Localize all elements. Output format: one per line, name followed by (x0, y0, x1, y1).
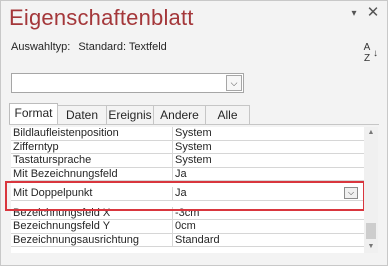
property-value-select[interactable]: Ja (175, 187, 187, 199)
property-value[interactable]: System (175, 127, 212, 139)
property-value[interactable]: Ja (175, 168, 187, 180)
property-name: Bezeichnungsfeld X (13, 206, 111, 219)
property-name: Zifferntyp (13, 140, 59, 153)
pane-title: Eigenschaftenblatt (9, 5, 194, 30)
property-value[interactable]: 0cm (175, 220, 196, 232)
selection-type: Auswahltyp: Standard: Textfeld (11, 41, 167, 53)
property-sheet-pane: Eigenschaftenblatt ▾ ✕ Auswahltyp: Standa… (0, 0, 388, 266)
property-name: Bezeichnungsausrichtung (13, 233, 139, 246)
property-row[interactable]: Bezeichnungsausrichtung Standard (11, 233, 364, 247)
chevron-down-icon[interactable]: ⌵ (344, 187, 358, 199)
property-name: Bezeichnungsfeld Y (13, 220, 111, 232)
property-value[interactable]: Standard (175, 234, 220, 246)
property-value[interactable]: System (175, 141, 212, 153)
property-row[interactable]: Tastatursprache System (11, 154, 364, 168)
column-divider (172, 233, 173, 246)
property-grid: Bildlaufleistenposition System Ziffernty… (11, 127, 364, 253)
property-name: Bildlaufleistenposition (13, 127, 119, 139)
selection-type-label: Auswahltyp: (11, 41, 71, 53)
tab-format[interactable]: Format (9, 103, 58, 125)
scroll-up-icon[interactable]: ▲ (364, 127, 378, 139)
close-icon[interactable]: ✕ (365, 5, 381, 21)
property-name: Mit Doppelpunkt (13, 187, 93, 199)
property-row-mit-doppelpunkt[interactable]: Mit Doppelpunkt Ja ⌵ (11, 187, 364, 201)
property-row[interactable]: Bezeichnungsfeld X -3cm (11, 206, 364, 220)
chevron-down-icon[interactable]: ⌵ (226, 75, 242, 91)
property-value[interactable]: System (175, 154, 212, 166)
property-row[interactable]: Bezeichnungsfeld Y 0cm (11, 220, 364, 234)
column-divider (172, 206, 173, 219)
tab-daten[interactable]: Daten (57, 105, 107, 124)
property-row[interactable]: Mit Bezeichnungsfeld Ja (11, 167, 364, 181)
property-value[interactable]: -3cm (175, 207, 199, 219)
tab-andere[interactable]: Andere (153, 105, 206, 124)
column-divider (172, 140, 173, 153)
column-divider (172, 187, 173, 200)
tab-divider (9, 124, 379, 125)
object-selector-combobox[interactable]: ⌵ (11, 73, 244, 93)
vertical-scrollbar[interactable]: ▲ ▼ (364, 127, 378, 253)
column-divider (172, 220, 173, 233)
column-divider (172, 154, 173, 167)
property-row[interactable]: Zifferntyp System (11, 140, 364, 154)
sort-arrow-icon: ↓ (373, 48, 378, 59)
selection-type-value: Standard: Textfeld (78, 41, 167, 53)
property-name: Tastatursprache (13, 154, 92, 166)
column-divider (172, 127, 173, 140)
tab-ereignis[interactable]: Ereignis (106, 105, 154, 124)
scroll-thumb[interactable] (366, 223, 376, 239)
sort-az-icon[interactable]: A Z ↓ (359, 43, 378, 65)
property-name: Mit Bezeichnungsfeld (13, 167, 118, 180)
tab-alle[interactable]: Alle (205, 105, 250, 124)
scroll-down-icon[interactable]: ▼ (364, 241, 378, 253)
property-row[interactable]: Bildlaufleistenposition System (11, 127, 364, 141)
column-divider (172, 167, 173, 180)
pane-options-chevron-icon[interactable]: ▾ (346, 6, 362, 22)
